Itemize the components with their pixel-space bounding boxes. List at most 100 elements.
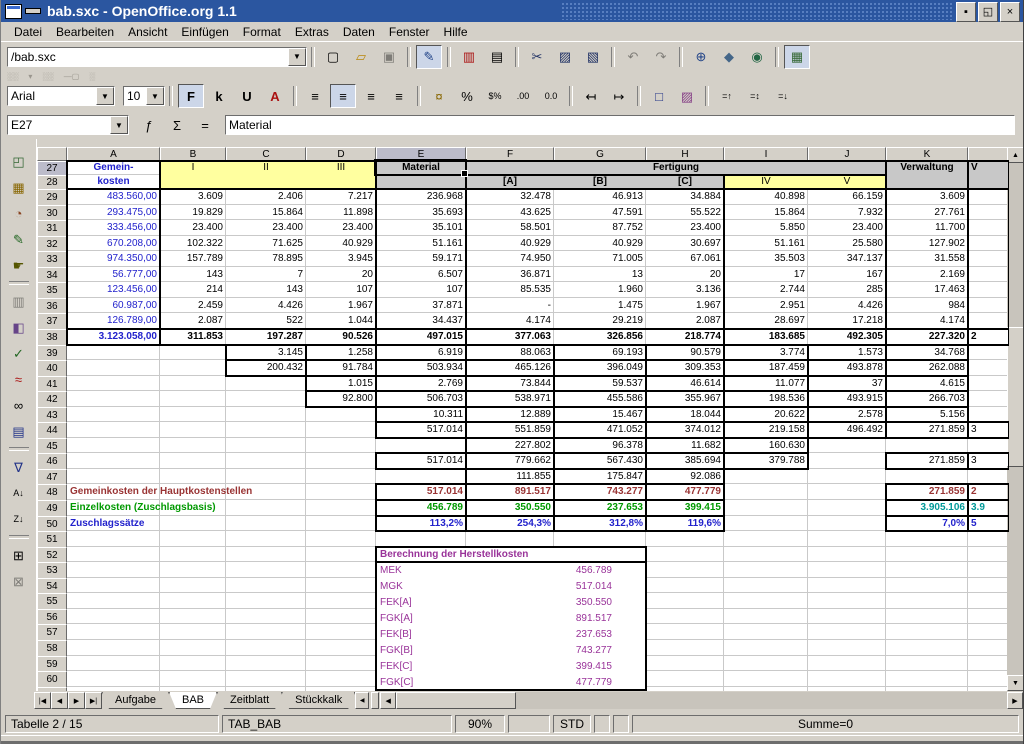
cell-G48[interactable]: 743.277: [554, 484, 646, 500]
pin-icon[interactable]: —▢: [64, 72, 80, 81]
first-sheet-button[interactable]: |◀: [34, 692, 51, 709]
column-header-K[interactable]: K: [886, 147, 968, 161]
cell-B38[interactable]: 311.853: [160, 329, 226, 345]
column-header-G[interactable]: G: [554, 147, 646, 161]
tab-scrollbar-splitter[interactable]: [371, 692, 379, 709]
row-header-31[interactable]: 31: [37, 220, 67, 237]
cell-D28[interactable]: [306, 175, 376, 189]
menu-extras[interactable]: Extras: [288, 23, 336, 41]
cell-I41[interactable]: 11.077: [724, 376, 808, 392]
cell-A31[interactable]: 333.456,00: [67, 220, 160, 236]
cell-H33[interactable]: 67.061: [646, 251, 724, 267]
cell-J34[interactable]: 167: [808, 267, 886, 283]
cell-E32[interactable]: 51.161: [376, 236, 466, 252]
cell-D34[interactable]: 20: [306, 267, 376, 283]
cell-K42[interactable]: 266.703: [886, 391, 968, 407]
cell-H32[interactable]: 30.697: [646, 236, 724, 252]
cell-I43[interactable]: 20.622: [724, 407, 808, 423]
cell-K32[interactable]: 127.902: [886, 236, 968, 252]
cell-J42[interactable]: 493.915: [808, 391, 886, 407]
cell-E28[interactable]: [376, 175, 466, 189]
cell-F47[interactable]: 111.855: [466, 469, 554, 485]
column-header-I[interactable]: I: [724, 147, 808, 161]
cell-K35[interactable]: 17.463: [886, 282, 968, 298]
align-right-button[interactable]: ≡: [358, 84, 384, 108]
cell-J39[interactable]: 1.573: [808, 345, 886, 361]
navigator-icon[interactable]: ⊕: [688, 45, 714, 69]
close-button[interactable]: ×: [1000, 2, 1020, 22]
cell-F42[interactable]: 538.971: [466, 391, 554, 407]
cell-I29[interactable]: 40.898: [724, 189, 808, 205]
column-header-B[interactable]: B: [160, 147, 226, 161]
cell-B31[interactable]: 23.400: [160, 220, 226, 236]
cell-E49[interactable]: 456.789: [376, 500, 466, 516]
next-sheet-button[interactable]: ▶: [68, 692, 85, 709]
cell-G36[interactable]: 1.475: [554, 298, 646, 314]
cell-I28[interactable]: IV: [724, 175, 808, 189]
collapse-toolbar-icon[interactable]: ▾: [28, 72, 32, 81]
cell-G43[interactable]: 15.467: [554, 407, 646, 423]
cell-J37[interactable]: 17.218: [808, 313, 886, 329]
cell-F41[interactable]: 73.844: [466, 376, 554, 392]
bold-button[interactable]: F: [178, 84, 204, 108]
font-size-input[interactable]: [124, 88, 146, 104]
cell-K48[interactable]: 271.859: [886, 484, 968, 500]
cell-G29[interactable]: 46.913: [554, 189, 646, 205]
minimize-button[interactable]: ▪: [956, 2, 976, 22]
row-header-40[interactable]: 40: [37, 360, 67, 377]
font-size-dropdown-icon[interactable]: ▼: [146, 87, 164, 105]
gallery-icon[interactable]: ▦: [784, 45, 810, 69]
cell-F31[interactable]: 58.501: [466, 220, 554, 236]
cell-D35[interactable]: 107: [306, 282, 376, 298]
open-icon[interactable]: ▱: [348, 45, 374, 69]
menu-format[interactable]: Format: [236, 23, 288, 41]
cell-F45[interactable]: 227.802: [466, 438, 554, 454]
number-standard-button[interactable]: $%: [482, 84, 508, 108]
spreadsheet-grid[interactable]: ABCDEFGHIJK27282930313233343536373839404…: [37, 147, 1009, 691]
autospellcheck-icon[interactable]: ≈: [6, 367, 32, 391]
cell-J44[interactable]: 496.492: [808, 422, 886, 438]
align-bottom-button[interactable]: =↓: [770, 84, 796, 108]
column-header-H[interactable]: H: [646, 147, 724, 161]
window-menu-icon[interactable]: [5, 4, 22, 19]
cell-E46[interactable]: 517.014: [376, 453, 466, 469]
cell-A29[interactable]: 483.560,00: [67, 189, 160, 205]
cell-A49[interactable]: Einzelkosten (Zuschlagsbasis): [67, 500, 376, 516]
copy-icon[interactable]: ▨: [552, 45, 578, 69]
cell-E42[interactable]: 506.703: [376, 391, 466, 407]
cell-D32[interactable]: 40.929: [306, 236, 376, 252]
function-wizard-icon[interactable]: ƒ: [136, 113, 162, 137]
draw-functions-icon[interactable]: ✎: [6, 227, 32, 251]
align-top-button[interactable]: =↑: [714, 84, 740, 108]
cell-E40[interactable]: 503.934: [376, 360, 466, 376]
cell-H39[interactable]: 90.579: [646, 345, 724, 361]
sheet-tab-bab[interactable]: BAB: [169, 692, 217, 709]
cell-E37[interactable]: 34.437: [376, 313, 466, 329]
cell-H31[interactable]: 23.400: [646, 220, 724, 236]
cell-L38[interactable]: 2: [968, 329, 1009, 345]
cell-H37[interactable]: 2.087: [646, 313, 724, 329]
font-name-dropdown-icon[interactable]: ▼: [96, 87, 114, 105]
find-replace-icon[interactable]: ∞: [6, 393, 32, 417]
status-sum-field[interactable]: Summe=0: [632, 715, 1019, 733]
sort-descending-icon[interactable]: Z↓: [6, 507, 32, 531]
cell-H49[interactable]: 399.415: [646, 500, 724, 516]
cell-D29[interactable]: 7.217: [306, 189, 376, 205]
maximize-button[interactable]: ◱: [978, 2, 998, 22]
align-center-button[interactable]: ≡: [330, 84, 356, 108]
cell-I32[interactable]: 51.161: [724, 236, 808, 252]
url-input[interactable]: [8, 49, 288, 65]
cell-F29[interactable]: 32.478: [466, 189, 554, 205]
cell-C29[interactable]: 2.406: [226, 189, 306, 205]
font-name-combo[interactable]: ▼: [7, 86, 115, 106]
cell-H50[interactable]: 119,6%: [646, 516, 724, 532]
cell-H40[interactable]: 309.353: [646, 360, 724, 376]
status-selection-mode[interactable]: STD: [553, 715, 591, 733]
row-header-27[interactable]: 27: [37, 161, 67, 176]
menu-einfügen[interactable]: Einfügen: [174, 23, 235, 41]
cell-E30[interactable]: 35.693: [376, 205, 466, 221]
menu-ansicht[interactable]: Ansicht: [121, 23, 174, 41]
cell-B28[interactable]: [160, 175, 226, 189]
increase-indent-button[interactable]: ↦: [606, 84, 632, 108]
cell-I36[interactable]: 2.951: [724, 298, 808, 314]
